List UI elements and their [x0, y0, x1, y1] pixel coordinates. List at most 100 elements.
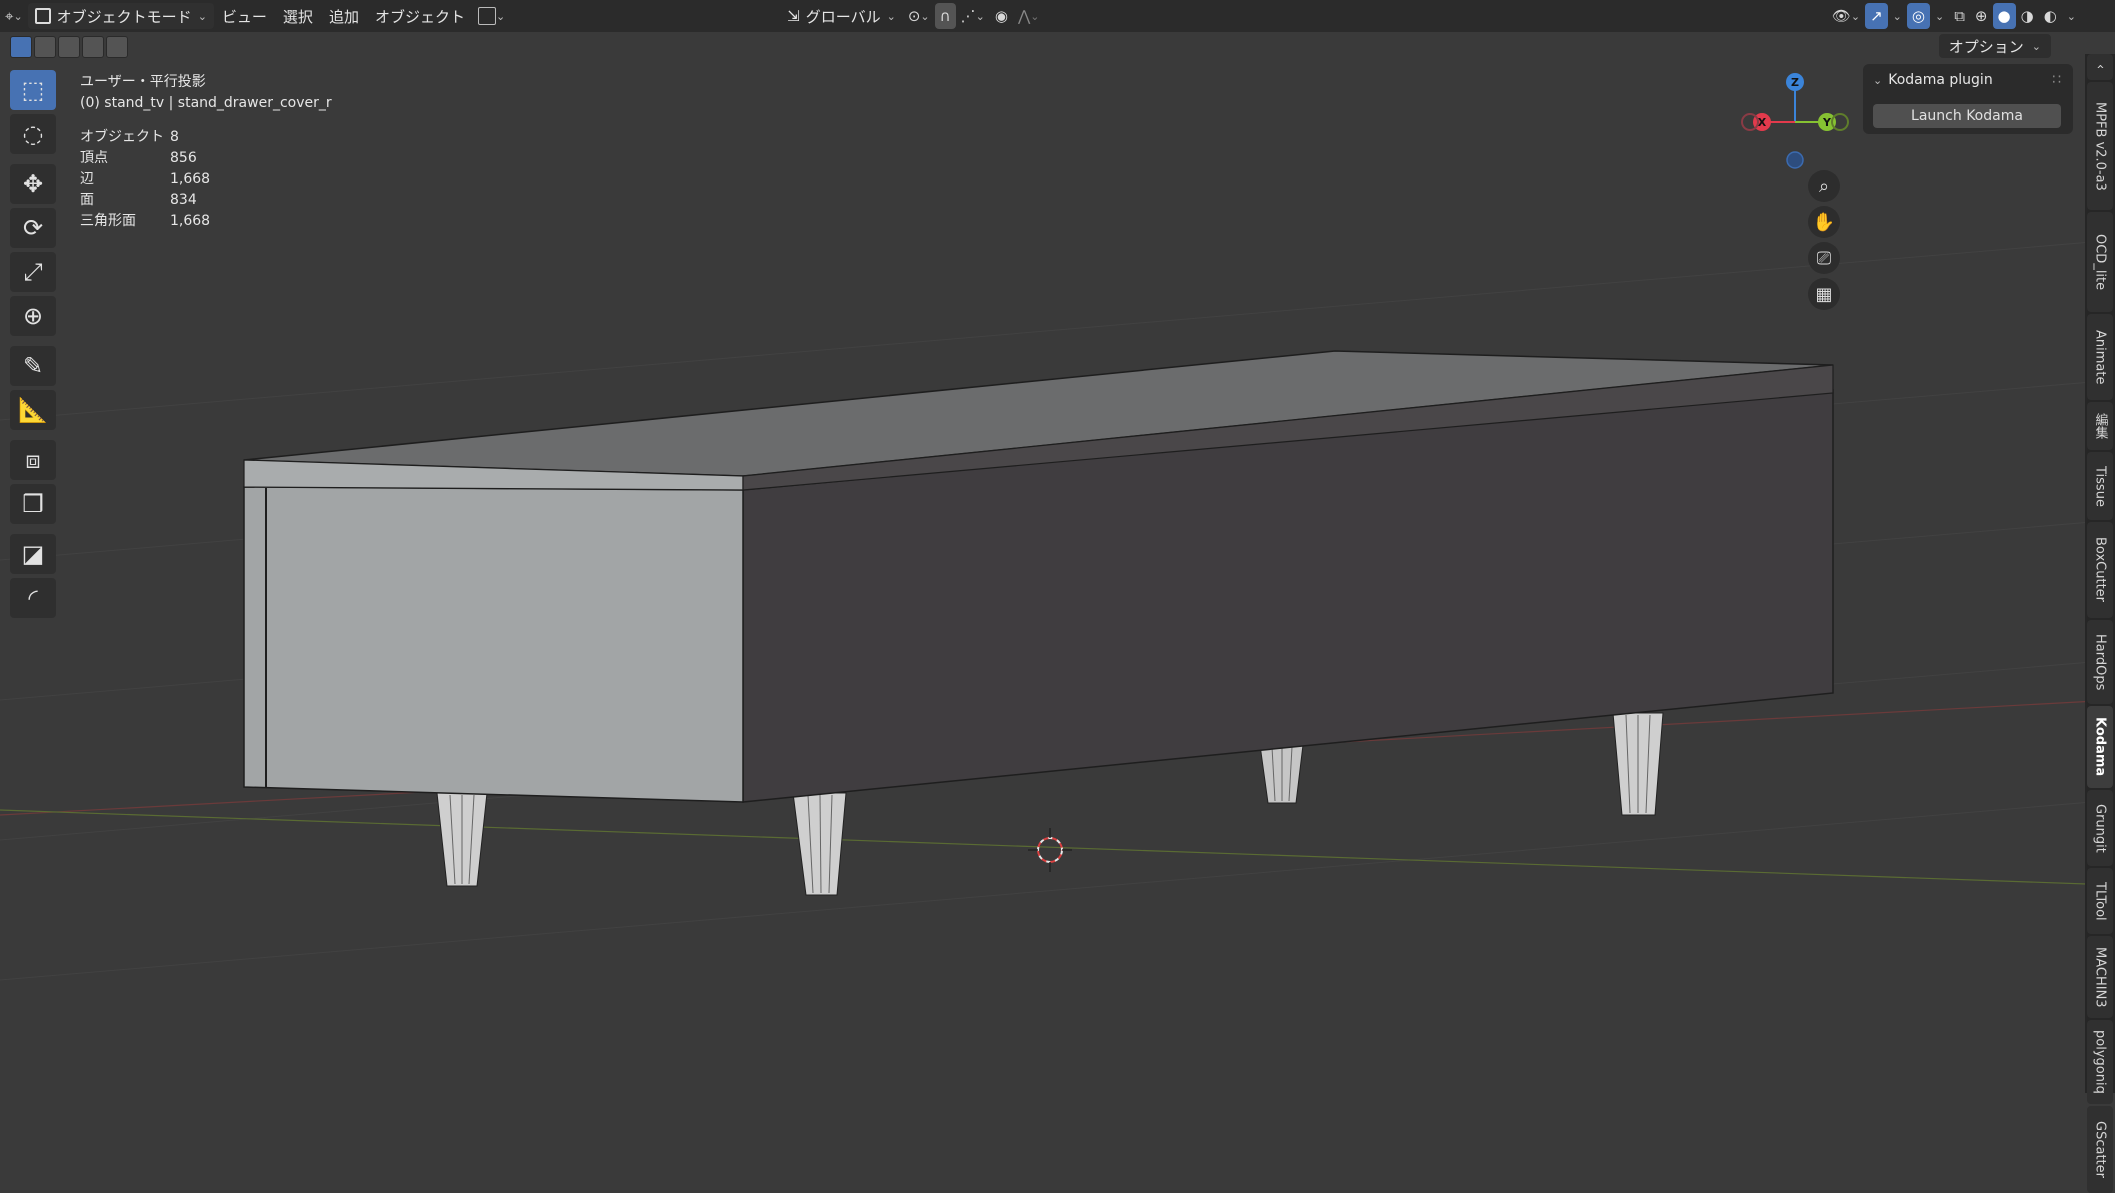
select-box-tool[interactable]: ⬚ [10, 70, 56, 110]
rotate-tool[interactable]: ⟳ [10, 208, 56, 248]
tab-machin3[interactable]: MACHIN3 [2087, 936, 2113, 1018]
solid-sphere-icon: ● [1997, 7, 2011, 25]
snap-target-dropdown[interactable]: ⋰ ⌄ [956, 3, 990, 29]
tab-label: Grungit [2092, 803, 2108, 853]
proportional-edit-toggle[interactable]: ◉ [990, 3, 1013, 29]
navigation-gizmo[interactable]: Z X Y [1740, 70, 1850, 180]
select-invert-icon[interactable] [82, 36, 104, 58]
stat-row: 三角形面 1,668 [80, 211, 210, 232]
gizmo-icon: ↗ [1870, 7, 1883, 25]
tab-label: BoxCutter [2092, 537, 2108, 603]
tab-label: polygoniq [2092, 1030, 2108, 1094]
tab-label: TLTool [2092, 881, 2108, 921]
y-axis-line [0, 809, 2115, 886]
ortho-toggle-button[interactable]: ▦ [1808, 278, 1840, 310]
stat-value: 1,668 [170, 171, 211, 187]
xray-toggle[interactable]: ⧉ [1949, 3, 1970, 29]
tab-label: OCD_lite [2092, 233, 2108, 291]
drag-handle-icon[interactable]: ∷ [2052, 72, 2061, 88]
add-cube-icon: ⧈ [25, 446, 41, 474]
overlays-toggle[interactable]: ◎ [1906, 3, 1930, 29]
scale-tool[interactable]: ⤢ [10, 252, 56, 292]
falloff-dropdown[interactable]: ⋀ ⌄ [1013, 3, 1045, 29]
camera-icon: ⎚ [1816, 247, 1832, 269]
ruler-measure-icon: 📐 [18, 396, 48, 424]
shading-material[interactable]: ◑ [2016, 3, 2039, 29]
tab-edit[interactable]: 編集 [2087, 402, 2113, 450]
tab-ocd-lite[interactable]: OCD_lite [2087, 212, 2113, 312]
annotate-tool[interactable]: ✎ [10, 346, 56, 386]
pivot-point-dropdown[interactable]: ⊙ ⌄ [903, 3, 935, 29]
shading-wireframe[interactable]: ⊕ [1970, 3, 1993, 29]
tab-animate[interactable]: Animate [2087, 314, 2113, 400]
tab-gscatter[interactable]: GScatter [2087, 1106, 2113, 1193]
pencil-annotate-icon: ✎ [22, 352, 44, 380]
sidebar-collapse[interactable]: ‹ [2087, 54, 2113, 80]
tab-tissue[interactable]: Tissue [2087, 452, 2113, 520]
camera-view-button[interactable]: ⎚ [1808, 242, 1840, 274]
transform-tool[interactable]: ⊕ [10, 296, 56, 336]
select-new-icon[interactable] [10, 36, 32, 58]
stat-row: 面 834 [80, 190, 210, 211]
zoom-magnifier-icon: ⌕ [1818, 175, 1830, 197]
editor-type-selector[interactable]: ⌖ ⌄ [0, 3, 28, 29]
shading-solid[interactable]: ● [1992, 3, 2016, 29]
material-sphere-icon: ◑ [2020, 7, 2034, 25]
chevron-down-icon: ⌄ [197, 9, 207, 23]
stat-label: 三角形面 [80, 213, 136, 229]
launch-kodama-button[interactable]: Launch Kodama [1873, 104, 2061, 128]
gizmo-dropdown[interactable]: ⌄ [1888, 3, 1907, 29]
select-intersect-icon[interactable] [106, 36, 128, 58]
view-name: ユーザー・平行投影 [80, 74, 206, 90]
stat-value: 8 [170, 129, 179, 145]
move-tool[interactable]: ✥ [10, 164, 56, 204]
shading-dropdown[interactable]: ⌄ [2062, 3, 2081, 29]
shading-rendered[interactable]: ◐ [2039, 3, 2062, 29]
menu-add[interactable]: 追加 [321, 3, 367, 29]
tab-mpfb[interactable]: MPFB v2.0-a3 [2087, 82, 2113, 210]
stat-label: 面 [80, 192, 94, 208]
panel-header[interactable]: ⌄ Kodama plugin [1863, 64, 2073, 88]
options-dropdown[interactable]: オプション ⌄ [1938, 34, 2051, 58]
menu-view[interactable]: ビュー [214, 3, 275, 29]
tool-extra-3[interactable]: ◜ [10, 578, 56, 618]
grid-ortho-icon: ▦ [1815, 283, 1833, 305]
tab-grungit[interactable]: Grungit [2087, 790, 2113, 866]
menu-select[interactable]: 選択 [275, 3, 321, 29]
chevron-down-icon: ⌄ [1030, 9, 1040, 23]
tab-polygoniq[interactable]: polygoniq [2087, 1020, 2113, 1104]
zoom-button[interactable]: ⌕ [1808, 170, 1840, 202]
tool-extra-1[interactable]: ❒ [10, 484, 56, 524]
tab-tltool[interactable]: TLTool [2087, 868, 2113, 934]
bevel-icon: ◜ [28, 584, 38, 612]
neg-z-handle[interactable] [1786, 151, 1804, 169]
pivot-icon: ⊙ [907, 7, 921, 25]
chevron-down-icon: ⌄ [1850, 9, 1861, 23]
add-cube-tool[interactable]: ⧈ [10, 440, 56, 480]
tab-boxcutter[interactable]: BoxCutter [2087, 522, 2113, 618]
visibility-dropdown[interactable]: 👁 ⌄ [1827, 3, 1865, 29]
mode-dropdown[interactable]: オブジェクトモード ⌄ [27, 3, 214, 29]
tab-kodama[interactable]: Kodama [2087, 706, 2113, 788]
select-subtract-icon[interactable] [58, 36, 80, 58]
3d-cursor-icon[interactable] [1028, 828, 1072, 872]
stat-row: オブジェクト 8 [80, 127, 210, 148]
magnet-icon: ∩ [939, 7, 951, 25]
tab-hardops[interactable]: HardOps [2087, 620, 2113, 704]
tab-label: MPFB v2.0-a3 [2092, 101, 2108, 191]
object-options-dropdown[interactable]: ⌄ [473, 3, 510, 29]
selection-mode-buttons[interactable] [10, 36, 128, 58]
chevron-down-icon: ⌄ [1892, 9, 1902, 23]
menu-object[interactable]: オブジェクト [367, 3, 473, 29]
transform-orientation-dropdown[interactable]: ⇲ グローバル ⌄ [780, 3, 903, 29]
measure-tool[interactable]: 📐 [10, 390, 56, 430]
select-extend-icon[interactable] [34, 36, 56, 58]
overlays-dropdown[interactable]: ⌄ [1930, 3, 1949, 29]
cursor-tool[interactable]: ◌ [10, 114, 56, 154]
tool-extra-2[interactable]: ◪ [10, 534, 56, 574]
z-axis-label: Z [1791, 76, 1799, 89]
pan-button[interactable]: ✋ [1808, 206, 1840, 238]
tab-label: GScatter [2092, 1121, 2108, 1178]
snap-toggle[interactable]: ∩ [934, 3, 956, 29]
gizmo-toggle[interactable]: ↗ [1865, 3, 1888, 29]
